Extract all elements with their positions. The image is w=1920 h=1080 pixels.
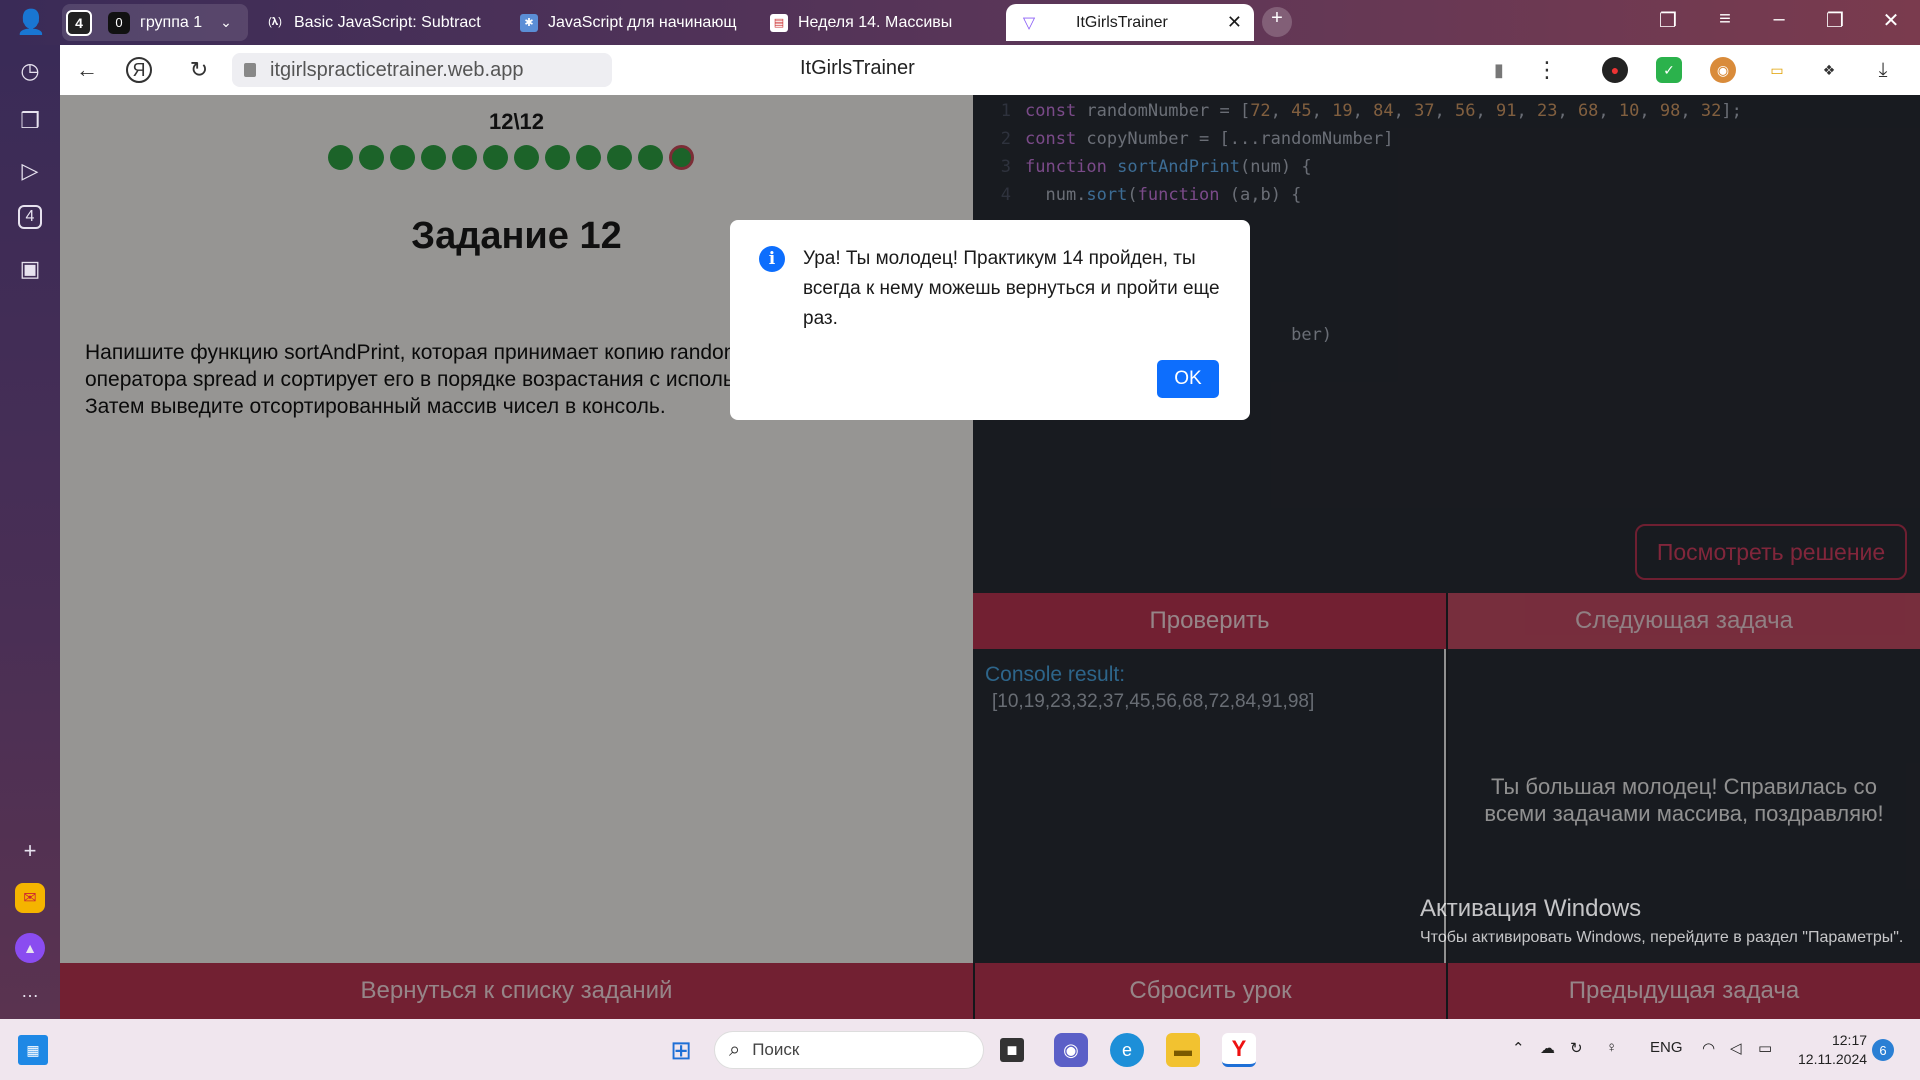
language-indicator[interactable]: ENG <box>1650 1039 1683 1056</box>
windows-activation-watermark: Активация Windows Чтобы активировать Win… <box>1420 895 1903 948</box>
menu-icon[interactable]: ≡ <box>1710 8 1740 31</box>
sync-icon[interactable]: ↻ <box>1570 1039 1583 1057</box>
close-window-icon[interactable]: ✕ <box>1876 8 1906 33</box>
tab-label: Basic JavaScript: Subtract <box>294 13 481 31</box>
battery-saver-icon[interactable]: ▭ <box>1764 57 1790 83</box>
watermark-text: Чтобы активировать Windows, перейдите в … <box>1420 929 1904 946</box>
close-tab-icon[interactable]: ✕ <box>1227 12 1242 33</box>
reload-icon[interactable]: ↻ <box>184 55 214 85</box>
address-bar: ← Я ↻ itgirlspracticetrainer.web.app ItG… <box>60 45 1920 95</box>
download-icon[interactable]: ⤓ <box>1870 57 1896 83</box>
bear-icon[interactable]: ◉ <box>1710 57 1736 83</box>
vite-icon: ▽ <box>1022 14 1036 32</box>
edge-icon[interactable]: e <box>1110 1033 1144 1067</box>
back-arrow-icon[interactable]: ← <box>72 55 102 85</box>
chevron-up-icon[interactable]: ⌃ <box>1512 1039 1525 1057</box>
microphone-icon[interactable]: ♀ <box>1606 1039 1617 1056</box>
wifi-icon[interactable]: ◠ <box>1702 1039 1715 1057</box>
search-placeholder: Поиск <box>752 1040 800 1059</box>
alice-icon[interactable]: ▲ <box>15 933 45 963</box>
url-text: itgirlspracticetrainer.web.app <box>270 58 524 81</box>
add-panel-icon[interactable]: + <box>14 835 46 867</box>
freecodecamp-icon: (𝛌) <box>268 16 282 28</box>
tab-week-14[interactable]: ▤ Неделя 14. Массивы <box>770 4 1000 41</box>
shield-icon[interactable]: ✓ <box>1656 57 1682 83</box>
url-field[interactable]: itgirlspracticetrainer.web.app <box>232 53 612 87</box>
history-icon[interactable]: ◷ <box>14 55 46 87</box>
dialog-message: Ура! Ты молодец! Практикум 14 пройден, т… <box>803 248 1220 329</box>
extensions-icon[interactable]: ❖ <box>1816 57 1842 83</box>
notification-badge[interactable]: 6 <box>1872 1039 1894 1061</box>
browser-tab-bar: 👤 4 0 группа 1 ⌄ (𝛌) Basic JavaScript: S… <box>0 0 1920 45</box>
new-tab-button[interactable]: + <box>1262 7 1292 37</box>
clock-time: 12:17 <box>1831 1032 1868 1048</box>
restore-icon[interactable]: ❐ <box>1820 8 1850 33</box>
ok-button[interactable]: OK <box>1157 360 1219 398</box>
teams-icon[interactable]: ◉ <box>1054 1033 1088 1067</box>
search-icon: ⌕ <box>729 1038 741 1061</box>
minimize-icon[interactable]: – <box>1764 8 1794 31</box>
file-explorer-icon[interactable]: ▬ <box>1166 1033 1200 1067</box>
taskbar-search[interactable]: ⌕ Поиск <box>714 1031 984 1069</box>
volume-icon[interactable]: ◁ <box>1730 1039 1742 1057</box>
collections-icon[interactable]: ❒ <box>14 105 46 137</box>
battery-icon[interactable]: ▭ <box>1758 1039 1772 1057</box>
screenshot-icon[interactable]: ▣ <box>14 253 46 285</box>
onedrive-icon[interactable]: ☁ <box>1540 1039 1555 1057</box>
tab-count-badge: 4 <box>66 9 92 36</box>
windows-taskbar: ▦ ⊞ ⌕ Поиск ■ ◉ e ▬ Y ⌃ ☁ ↻ ♀ ENG ◠ ◁ ▭ … <box>0 1019 1920 1080</box>
tab-label: JavaScript для начинающ <box>548 13 737 31</box>
success-dialog: i Ура! Ты молодец! Практикум 14 пройден,… <box>730 220 1250 420</box>
app-viewport: 12\12 Задание 12 Напишите функцию sortAn… <box>60 95 1920 1019</box>
doc-icon: ▤ <box>770 13 788 32</box>
clock[interactable]: 12:17 12.11.2024 <box>1798 1031 1867 1069</box>
profile-icon[interactable]: 👤 <box>16 8 46 36</box>
bookmark-icon[interactable]: ▮ <box>1484 55 1514 85</box>
tab-freecodecamp[interactable]: (𝛌) Basic JavaScript: Subtract <box>266 4 496 41</box>
more-icon[interactable]: … <box>14 975 46 1007</box>
info-icon: i <box>759 246 785 272</box>
tabs-count-icon[interactable]: 4 <box>18 205 42 229</box>
tab-label: Неделя 14. Массивы <box>798 13 953 31</box>
yandex-icon[interactable]: Я <box>126 57 152 83</box>
mail-icon[interactable]: ✉ <box>15 883 45 913</box>
tab-label: ItGirlsTrainer <box>1076 13 1168 31</box>
clock-date: 12.11.2024 <box>1798 1051 1868 1067</box>
code-icon: ✱ <box>520 13 538 32</box>
lock-icon <box>244 63 256 77</box>
start-icon[interactable]: ⊞ <box>664 1033 698 1067</box>
page-title: ItGirlsTrainer <box>800 57 915 79</box>
widgets-icon[interactable]: ▦ <box>18 1035 48 1065</box>
group-label: группа 1 <box>140 13 203 31</box>
browser-sidebar: ◷ ❒ ▷ 4 ▣ + ✉ ▲ … <box>0 45 60 1019</box>
extension-lock-icon[interactable]: ● <box>1602 57 1628 83</box>
tab-group-chip[interactable]: 4 0 группа 1 ⌄ <box>62 4 248 41</box>
group-count: 0 <box>108 11 130 34</box>
chevron-down-icon[interactable]: ⌄ <box>220 14 232 31</box>
tab-js-beginners[interactable]: ✱ JavaScript для начинающ <box>520 4 750 41</box>
yandex-browser-icon[interactable]: Y <box>1222 1033 1256 1067</box>
kebab-menu-icon[interactable]: ⋮ <box>1532 55 1562 85</box>
watermark-title: Активация Windows <box>1420 895 1642 922</box>
video-icon[interactable]: ▷ <box>14 155 46 187</box>
task-view-icon[interactable]: ■ <box>1000 1038 1024 1062</box>
tab-collections-icon[interactable]: ❐ <box>1653 8 1683 33</box>
tab-itgirlstrainer[interactable]: ▽ ItGirlsTrainer ✕ <box>1006 4 1254 41</box>
